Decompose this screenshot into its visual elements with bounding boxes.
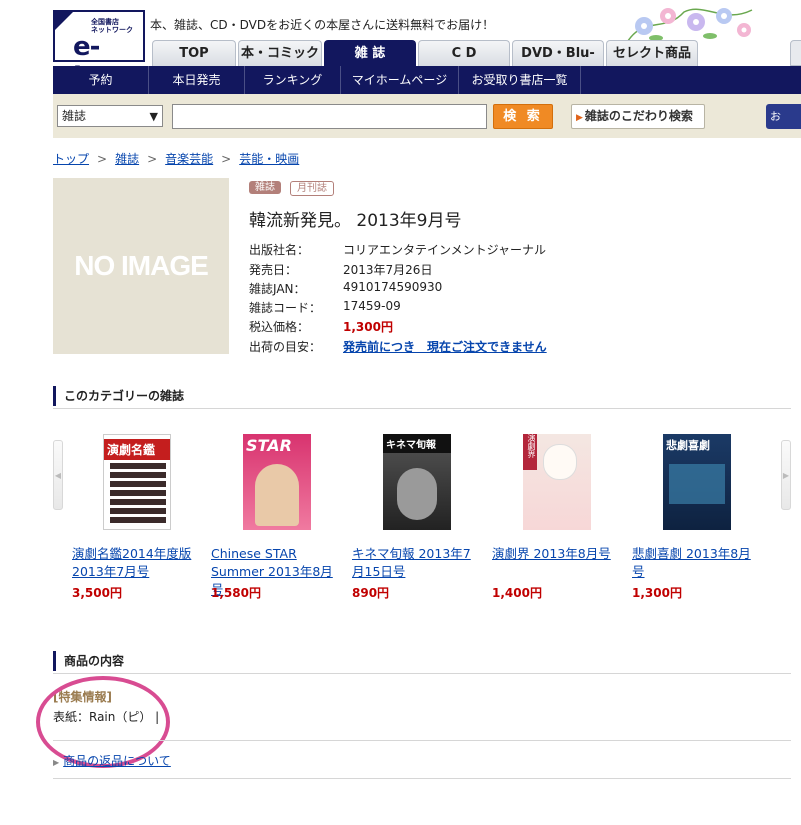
section-divider: [53, 740, 791, 741]
return-policy-link[interactable]: 商品の返品について: [63, 754, 171, 768]
carousel-item-price: 1,400円: [492, 586, 542, 600]
nav-released-today[interactable]: 本日発売: [149, 66, 245, 94]
cover-title-text: 演劇界: [523, 434, 537, 470]
spec-label-magazine-code: 雑誌コード：: [249, 301, 322, 315]
main-tabs: TOP 本・コミック 雑 誌 C D DVD・Blu-ray セレクト商品: [152, 40, 700, 87]
nav-ranking[interactable]: ランキング: [245, 66, 341, 94]
spec-value-price: 1,300円: [343, 320, 393, 334]
tab-magazine[interactable]: 雑 誌: [324, 40, 416, 66]
cover-title-text: キネマ旬報: [383, 434, 451, 453]
search-bar: 雑誌 ▼ 検 索 ▶ 雑誌のこだわり検索 お: [53, 94, 801, 138]
carousel-item-title: 悲劇喜劇 2013年8月号: [632, 545, 762, 581]
caret-right-icon: ▶: [53, 758, 60, 767]
cover-title-text: STAR: [246, 436, 292, 455]
breadcrumb-separator: >: [97, 152, 108, 166]
logo-corner: [53, 10, 75, 32]
tab-select-goods[interactable]: セレクト商品: [606, 40, 698, 66]
category-section-heading: このカテゴリーの雑誌: [53, 386, 791, 406]
spec-label-release-date: 発売日：: [249, 263, 298, 277]
section-divider: [53, 673, 791, 674]
tab-top[interactable]: TOP: [152, 40, 236, 66]
cover-title-text: 演劇名鑑: [104, 439, 170, 460]
product-badges: 雑誌 月刊誌: [249, 181, 343, 196]
cover-engekikai[interactable]: 演劇界: [523, 434, 591, 530]
breadcrumb-music-entertainment[interactable]: 音楽芸能: [165, 152, 213, 166]
breadcrumb: トップ > 雑誌 > 音楽芸能 > 芸能・映画: [53, 150, 299, 167]
category-select-value: 雑誌: [62, 109, 87, 123]
search-button[interactable]: 検 索: [493, 104, 553, 129]
carousel-item-price: 1,300円: [632, 586, 682, 600]
spec-value-magazine-code: 17459-09: [343, 299, 401, 313]
carousel-item-link[interactable]: 演劇界 2013年8月号: [492, 546, 611, 561]
advanced-search-button[interactable]: ▶ 雑誌のこだわり検索: [571, 104, 705, 129]
account-button-label: お: [770, 110, 781, 123]
carousel-item-title: キネマ旬報 2013年7月15日号: [352, 545, 482, 581]
nav-my-home[interactable]: マイホームページ: [341, 66, 459, 94]
carousel-next-button[interactable]: ▶: [781, 440, 791, 510]
carousel-item-link[interactable]: 悲劇喜劇 2013年8月号: [632, 546, 751, 579]
tab-dvd-bluray[interactable]: DVD・Blu-ray: [512, 40, 604, 87]
caret-right-icon: ▶: [576, 113, 583, 123]
breadcrumb-entertainment-film[interactable]: 芸能・映画: [239, 152, 299, 166]
spec-label-publisher: 出版社名：: [249, 243, 310, 257]
carousel-item-title: 演劇名鑑2014年度版 2013年7月号: [72, 545, 202, 581]
cover-portrait: [397, 468, 437, 520]
tab-cd[interactable]: C D: [418, 40, 510, 66]
breadcrumb-separator: >: [221, 152, 232, 166]
cover-chinese-star[interactable]: STAR: [243, 434, 311, 530]
cover-portrait: [255, 464, 299, 526]
badge-monthly: 月刊誌: [290, 181, 334, 196]
search-input[interactable]: [172, 104, 487, 129]
carousel-item-price: 1,580円: [211, 586, 261, 600]
cover-photo-collage: [110, 463, 166, 523]
breadcrumb-top[interactable]: トップ: [53, 152, 89, 166]
cover-higeki-kigeki[interactable]: 悲劇喜劇: [663, 434, 731, 530]
product-image-placeholder: NO IMAGE: [53, 178, 229, 354]
contents-section-heading: 商品の内容: [53, 651, 791, 671]
spec-value-jan: 4910174590930: [343, 280, 443, 294]
tab-overflow[interactable]: [790, 40, 801, 66]
cover-kinema-junpo[interactable]: キネマ旬報: [383, 434, 451, 530]
section-divider: [53, 778, 791, 779]
breadcrumb-magazine[interactable]: 雑誌: [115, 152, 139, 166]
product-title: 韓流新発見。 2013年9月号: [249, 211, 462, 231]
cover-title-text: 悲劇喜劇: [666, 439, 710, 452]
chevron-down-icon: ▼: [149, 110, 158, 123]
sub-nav: 予約 本日発売 ランキング マイホームページ お受取り書店一覧: [53, 66, 801, 94]
tagline: 本、雑誌、CD・DVDをお近くの本屋さんに送料無料でお届け！: [150, 18, 495, 32]
carousel-item-title: 演劇界 2013年8月号: [492, 545, 622, 563]
spec-label-price: 税込価格：: [249, 320, 310, 334]
spec-value-release-date: 2013年7月26日: [343, 263, 433, 277]
spec-value-publisher: コリアエンタテインメントジャーナル: [343, 243, 547, 257]
cover-portrait: [543, 444, 577, 480]
cover-engeki-meikan[interactable]: 演劇名鑑: [103, 434, 171, 530]
carousel-item-link[interactable]: 演劇名鑑2014年度版 2013年7月号: [72, 546, 191, 579]
shipping-status-link[interactable]: 発売前につき 現在ご注文できません: [343, 338, 547, 355]
breadcrumb-separator: >: [147, 152, 158, 166]
section-divider: [53, 408, 791, 409]
nav-reservation[interactable]: 予約: [53, 66, 149, 94]
account-button[interactable]: お: [766, 104, 801, 129]
cover-artwork: [669, 464, 725, 504]
carousel-item-link[interactable]: キネマ旬報 2013年7月15日号: [352, 546, 471, 579]
nav-pickup-stores[interactable]: お受取り書店一覧: [459, 66, 581, 94]
tab-books-comics[interactable]: 本・コミック: [238, 40, 322, 66]
return-policy-row: ▶ 商品の返品について: [53, 752, 171, 769]
carousel-item-price: 890円: [352, 586, 390, 600]
carousel-prev-button[interactable]: ◀: [53, 440, 63, 510]
ehon-logo[interactable]: 全国書店 ネットワーク e-hon: [53, 10, 145, 92]
category-select[interactable]: 雑誌 ▼: [57, 105, 163, 127]
carousel-item-price: 3,500円: [72, 586, 122, 600]
spec-label-jan: 雑誌JAN：: [249, 282, 306, 296]
badge-magazine: 雑誌: [249, 181, 281, 194]
spec-label-shipping: 出荷の目安：: [249, 340, 322, 354]
advanced-search-label: 雑誌のこだわり検索: [584, 109, 693, 123]
